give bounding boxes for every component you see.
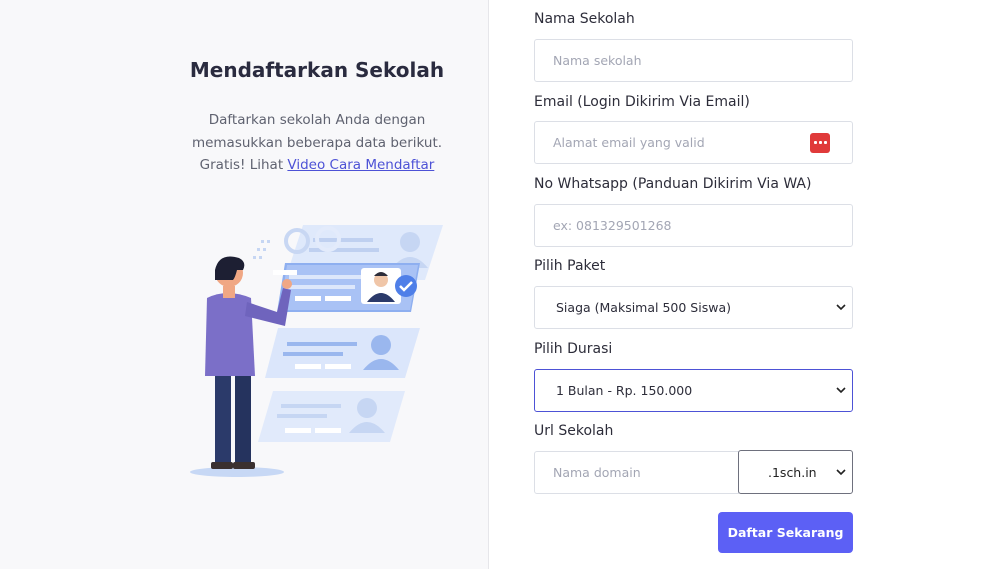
domain-suffix-value: .1sch.in [768, 464, 817, 480]
package-selected-value: Siaga (Maksimal 500 Siswa) [556, 300, 731, 315]
domain-input[interactable] [534, 451, 739, 494]
whatsapp-input[interactable] [534, 204, 853, 247]
url-label: Url Sekolah [534, 423, 614, 439]
intro-text: Daftarkan sekolah Anda dengan memasukkan… [170, 109, 464, 177]
email-label: Email (Login Dikirim Via Email) [534, 94, 750, 110]
chevron-down-icon [836, 304, 846, 311]
intro-line-3-prefix: Gratis! Lihat [199, 157, 288, 173]
intro-line-1: Daftarkan sekolah Anda dengan [208, 112, 426, 128]
package-label: Pilih Paket [534, 258, 606, 274]
video-guide-link[interactable]: Video Cara Mendaftar [287, 157, 434, 173]
chevron-down-icon [836, 469, 846, 476]
page-title: Mendaftarkan Sekolah [189, 58, 445, 82]
register-now-button[interactable]: Daftar Sekarang [718, 512, 853, 553]
email-input[interactable] [534, 121, 853, 164]
duration-select[interactable]: 1 Bulan - Rp. 150.000 [534, 369, 853, 412]
intro-line-2: memasukkan beberapa data berikut. [191, 134, 443, 151]
password-manager-icon[interactable] [810, 133, 830, 153]
registration-illustration [190, 225, 443, 477]
school-name-input[interactable] [534, 39, 853, 82]
package-select[interactable]: Siaga (Maksimal 500 Siswa) [534, 286, 853, 329]
whatsapp-label: No Whatsapp (Panduan Dikirim Via WA) [534, 176, 812, 192]
duration-label: Pilih Durasi [534, 341, 613, 357]
duration-selected-value: 1 Bulan - Rp. 150.000 [556, 383, 693, 398]
chevron-down-icon [836, 387, 846, 394]
school-name-label: Nama Sekolah [534, 11, 635, 27]
domain-suffix-select[interactable]: .1sch.in [738, 450, 853, 494]
